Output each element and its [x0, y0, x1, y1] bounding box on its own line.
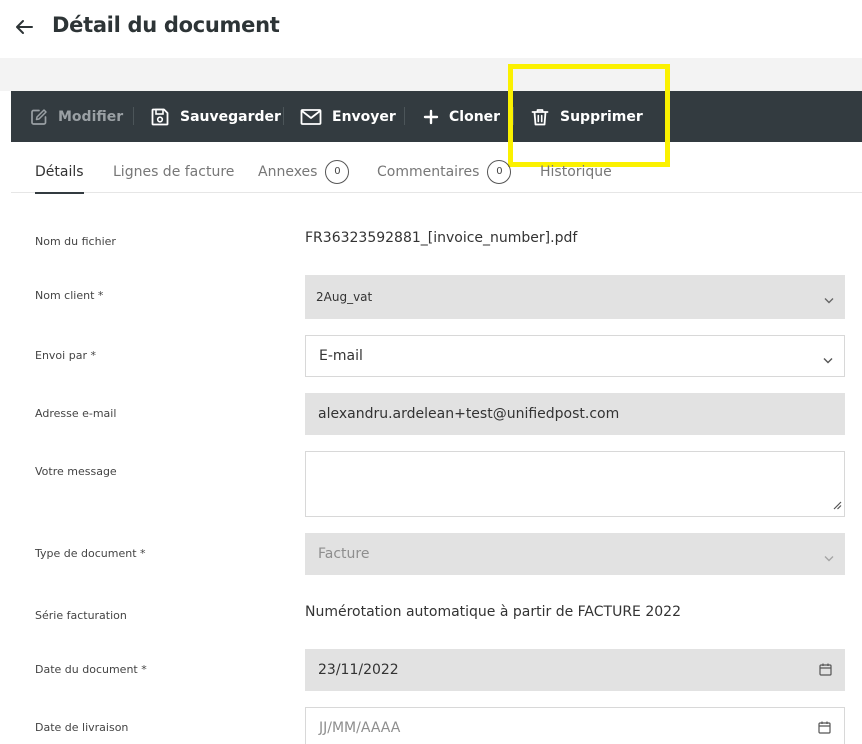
- toolbar-separator: [513, 107, 514, 125]
- tab-commentaires[interactable]: Commentaires 0: [377, 150, 512, 193]
- nom-client-select[interactable]: 2Aug_vat: [305, 275, 845, 319]
- nom-fichier-value: FR36323592881_[invoice_number].pdf: [305, 230, 578, 246]
- chevron-down-icon: [824, 550, 834, 566]
- edit-icon: [30, 108, 48, 126]
- modifier-label: Modifier: [58, 108, 124, 125]
- serie-facturation-label: Série facturation: [35, 609, 127, 622]
- resize-grip-icon[interactable]: [833, 498, 842, 514]
- supprimer-button[interactable]: Supprimer: [530, 91, 643, 142]
- page-title: Détail du document: [52, 13, 280, 37]
- page-header: Détail du document: [0, 0, 862, 58]
- tab-commentaires-label: Commentaires: [377, 163, 480, 180]
- supprimer-label: Supprimer: [560, 108, 643, 125]
- chevron-down-icon: [823, 352, 833, 368]
- tab-bar: Détails Lignes de facture Annexes 0 Comm…: [11, 150, 862, 194]
- save-icon: [150, 107, 170, 127]
- sauvegarder-button[interactable]: Sauvegarder: [150, 91, 281, 142]
- adresse-email-field[interactable]: alexandru.ardelean+test@unifiedpost.com: [305, 393, 845, 435]
- arrow-left-icon[interactable]: [14, 17, 34, 37]
- nom-client-label: Nom client *: [35, 289, 104, 302]
- calendar-icon[interactable]: [818, 721, 831, 738]
- type-document-label: Type de document *: [35, 547, 146, 560]
- envoi-par-label: Envoi par *: [35, 349, 96, 362]
- envoyer-button[interactable]: Envoyer: [300, 91, 396, 142]
- tab-lignes-label: Lignes de facture: [113, 163, 235, 180]
- nom-client-value: 2Aug_vat: [316, 290, 373, 304]
- votre-message-label: Votre message: [35, 465, 117, 478]
- sauvegarder-label: Sauvegarder: [180, 108, 281, 125]
- tab-historique-label: Historique: [540, 163, 612, 180]
- envoi-par-value: E-mail: [319, 348, 363, 364]
- toolbar-separator: [283, 107, 284, 125]
- tab-annexes[interactable]: Annexes 0: [258, 150, 350, 193]
- modifier-button[interactable]: Modifier: [30, 91, 123, 142]
- date-document-field[interactable]: 23/11/2022: [305, 649, 845, 691]
- cloner-label: Cloner: [449, 108, 501, 125]
- cloner-button[interactable]: Cloner: [423, 91, 500, 142]
- votre-message-textarea[interactable]: [305, 451, 845, 517]
- tab-lignes-de-facture[interactable]: Lignes de facture: [113, 150, 234, 193]
- commentaires-count-badge: 0: [487, 159, 512, 184]
- date-livraison-field[interactable]: JJ/MM/AAAA: [305, 707, 845, 744]
- tab-details[interactable]: Détails: [35, 150, 84, 194]
- envoyer-label: Envoyer: [332, 108, 396, 125]
- date-livraison-placeholder: JJ/MM/AAAA: [319, 720, 401, 736]
- header-divider-band: [0, 58, 862, 91]
- chevron-down-icon: [824, 293, 834, 307]
- adresse-email-label: Adresse e-mail: [35, 407, 117, 420]
- plus-icon: [423, 109, 439, 125]
- annexes-count-badge: 0: [325, 159, 350, 184]
- nom-fichier-label: Nom du fichier: [35, 235, 116, 248]
- adresse-email-value: alexandru.ardelean+test@unifiedpost.com: [318, 406, 620, 422]
- toolbar-separator: [133, 107, 134, 125]
- tab-historique[interactable]: Historique: [540, 150, 612, 193]
- trash-icon: [530, 107, 550, 127]
- date-document-value: 23/11/2022: [318, 662, 399, 678]
- date-livraison-label: Date de livraison: [35, 721, 129, 734]
- type-document-value: Facture: [318, 546, 370, 562]
- date-document-label: Date du document *: [35, 663, 147, 676]
- toolbar-separator: [404, 107, 405, 125]
- tab-annexes-label: Annexes: [258, 163, 318, 180]
- mail-icon: [300, 108, 322, 126]
- tab-details-label: Détails: [35, 163, 84, 180]
- calendar-icon[interactable]: [819, 663, 832, 680]
- action-toolbar: Modifier Sauvegarder Envoyer Cloner Supp…: [11, 91, 862, 142]
- serie-facturation-value: Numérotation automatique à partir de FAC…: [305, 604, 681, 620]
- envoi-par-select[interactable]: E-mail: [305, 335, 845, 377]
- type-document-select[interactable]: Facture: [305, 533, 845, 575]
